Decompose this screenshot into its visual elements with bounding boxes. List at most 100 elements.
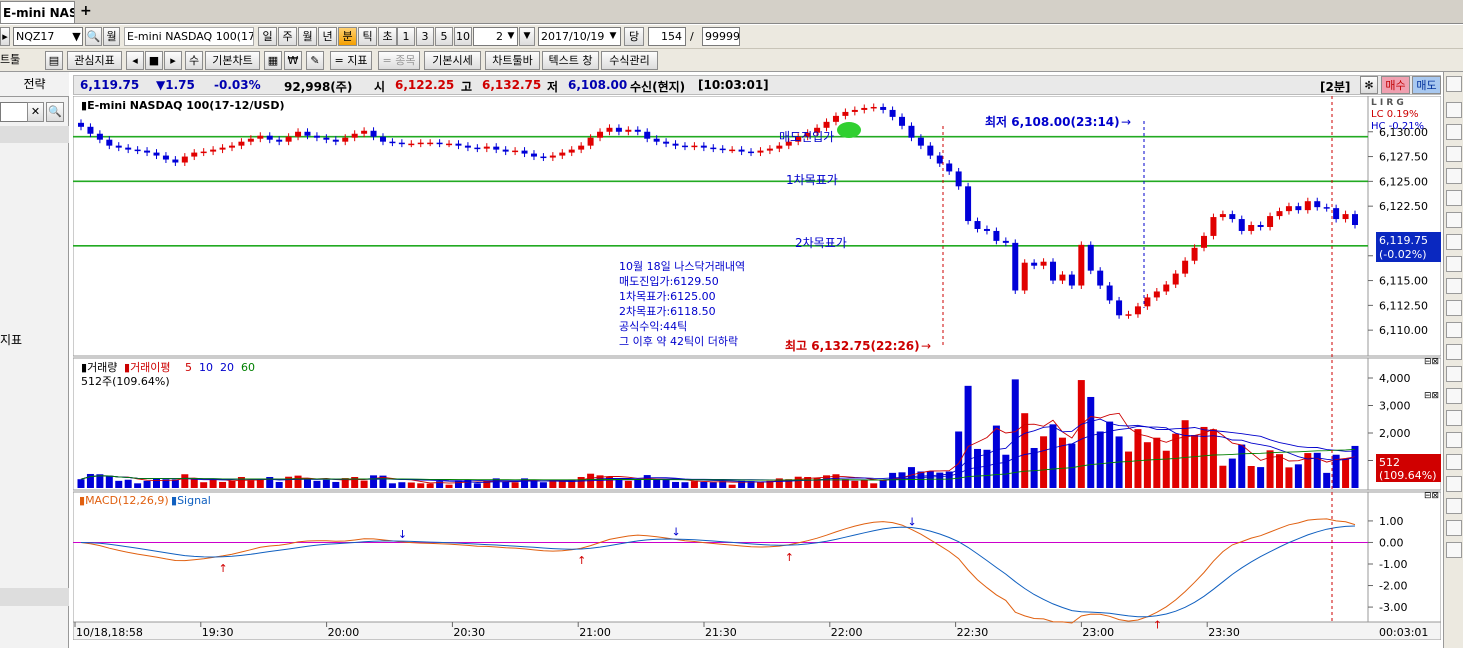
- current-button[interactable]: 당: [624, 27, 644, 46]
- volume-bar: [370, 475, 378, 488]
- trendline-tool-icon[interactable]: [1446, 102, 1462, 118]
- interval-dropdown-icon[interactable]: ▼: [505, 28, 517, 45]
- refresh-tool-icon[interactable]: [1446, 454, 1462, 470]
- grid-icon[interactable]: ▦: [264, 51, 282, 70]
- interval-more-icon[interactable]: ▼: [519, 27, 535, 46]
- candle-body: [1031, 262, 1038, 266]
- quick-interval-button[interactable]: 3: [416, 27, 434, 46]
- delete-tool-icon[interactable]: [1446, 388, 1462, 404]
- volume-bar: [700, 481, 708, 488]
- month-icon[interactable]: 월: [103, 27, 120, 46]
- basic-chart-button[interactable]: 기본차트: [205, 51, 260, 70]
- period-button[interactable]: 주: [278, 27, 297, 46]
- add-tab-button[interactable]: +: [80, 3, 92, 19]
- magnify-tool-icon[interactable]: [1446, 498, 1462, 514]
- chart-area[interactable]: ▮E-mini NASDAQ 100(17-12/USD) ▮거래량 ▮거래이평…: [72, 95, 1442, 641]
- zoom-out-tool-icon[interactable]: [1446, 344, 1462, 360]
- search-icon[interactable]: 🔍: [85, 27, 102, 46]
- macd-cross-up-icon: ↑: [1153, 618, 1162, 631]
- period-button[interactable]: 분: [338, 27, 357, 46]
- channel-tool-icon[interactable]: [1446, 190, 1462, 206]
- candle-body: [965, 186, 972, 222]
- cross-tool-icon[interactable]: [1446, 300, 1462, 316]
- data-tool-icon[interactable]: [1446, 432, 1462, 448]
- settings-icon[interactable]: ✻: [1360, 76, 1378, 94]
- buy-button[interactable]: 매수: [1381, 76, 1410, 94]
- text-tool-icon[interactable]: [1446, 278, 1462, 294]
- candle-body: [1012, 242, 1019, 291]
- demagnify-tool-icon[interactable]: [1446, 520, 1462, 536]
- macd-panel-controls[interactable]: ⊟⊠: [1424, 491, 1439, 501]
- candle-body: [946, 163, 953, 172]
- macd-signal-label: ▮Signal: [171, 494, 211, 507]
- candle-body: [691, 145, 698, 148]
- sell-button[interactable]: 매도: [1412, 76, 1441, 94]
- vline-tool-icon[interactable]: [1446, 168, 1462, 184]
- period-button[interactable]: 월: [298, 27, 317, 46]
- left-search-icon[interactable]: 🔍: [46, 102, 64, 122]
- candle-body: [1333, 208, 1340, 220]
- text-window-button[interactable]: 텍스트 창: [542, 51, 599, 70]
- stop-icon[interactable]: ■: [145, 51, 163, 70]
- auto-tool-icon[interactable]: [1446, 234, 1462, 250]
- zoom-in-tool-icon[interactable]: [1446, 322, 1462, 338]
- candle-body: [474, 147, 481, 150]
- count-input[interactable]: 154: [648, 27, 686, 46]
- candle-body: [597, 131, 604, 138]
- period-button[interactable]: 틱: [358, 27, 377, 46]
- period-button[interactable]: 년: [318, 27, 337, 46]
- candle-body: [625, 129, 632, 132]
- candle-body: [1002, 240, 1009, 243]
- symbol-dropdown-icon[interactable]: ▼: [70, 28, 83, 45]
- indicator-favorites-button[interactable]: 관심지표: [67, 51, 122, 70]
- candle-body: [1182, 260, 1189, 274]
- formula-manager-button[interactable]: 수식관리: [601, 51, 658, 70]
- fibo-tool-icon[interactable]: [1446, 212, 1462, 228]
- candle-body: [578, 145, 585, 150]
- date-dropdown-icon[interactable]: ▼: [606, 28, 620, 45]
- wrench-icon[interactable]: ✎: [306, 51, 324, 70]
- volume-panel-controls-top[interactable]: ⊟⊠: [1424, 357, 1439, 367]
- pointer-tool-icon[interactable]: [1446, 76, 1462, 92]
- arc-tool-icon[interactable]: [1446, 256, 1462, 272]
- volume-bar: [860, 479, 868, 488]
- line-tool-icon[interactable]: [1446, 124, 1462, 140]
- volume-bar: [256, 479, 264, 488]
- indicator-button[interactable]: = 지표: [330, 51, 372, 70]
- scroll-left-icon[interactable]: ◂: [126, 51, 144, 70]
- candle-body: [644, 131, 651, 139]
- volume-bar: [1228, 458, 1236, 488]
- volume: 92,998(주): [284, 80, 353, 94]
- strategy-tab[interactable]: 전략: [0, 72, 69, 97]
- chart-toolbar-button[interactable]: 차트툴바: [485, 51, 540, 70]
- won-icon[interactable]: ₩: [284, 51, 302, 70]
- collapse-button[interactable]: ▸: [0, 27, 10, 46]
- save-icon[interactable]: ▤: [45, 51, 63, 70]
- price-panel: [72, 95, 1369, 357]
- layer-tool-icon[interactable]: [1446, 410, 1462, 426]
- reset-tool-icon[interactable]: [1446, 542, 1462, 558]
- basic-quote-button[interactable]: 기본시세: [424, 51, 481, 70]
- candle-body: [162, 155, 169, 160]
- quick-interval-button[interactable]: 10: [454, 27, 472, 46]
- period-button[interactable]: 일: [258, 27, 277, 46]
- candle-body: [483, 146, 490, 149]
- macd-panel: [72, 491, 1369, 623]
- quick-interval-button[interactable]: 5: [435, 27, 453, 46]
- indicator-item[interactable]: 지표: [0, 331, 22, 348]
- volume-panel-controls[interactable]: ⊟⊠: [1424, 391, 1439, 401]
- candle-body: [464, 145, 471, 148]
- candle-body: [1285, 206, 1292, 212]
- tool-label[interactable]: 트툴: [0, 51, 42, 70]
- chart-tab[interactable]: E-mini NAS*: [0, 1, 75, 23]
- period-button[interactable]: 초: [378, 27, 397, 46]
- hline-tool-icon[interactable]: [1446, 146, 1462, 162]
- clear-icon[interactable]: ✕: [27, 102, 44, 122]
- quick-interval-button[interactable]: 1: [397, 27, 415, 46]
- scroll-right-icon[interactable]: ▸: [164, 51, 182, 70]
- print-tool-icon[interactable]: [1446, 476, 1462, 492]
- symbol-button[interactable]: = 종목: [378, 51, 420, 70]
- number-button[interactable]: 수: [185, 51, 203, 70]
- max-count-field: 99999: [702, 27, 740, 46]
- label-tool-icon[interactable]: [1446, 366, 1462, 382]
